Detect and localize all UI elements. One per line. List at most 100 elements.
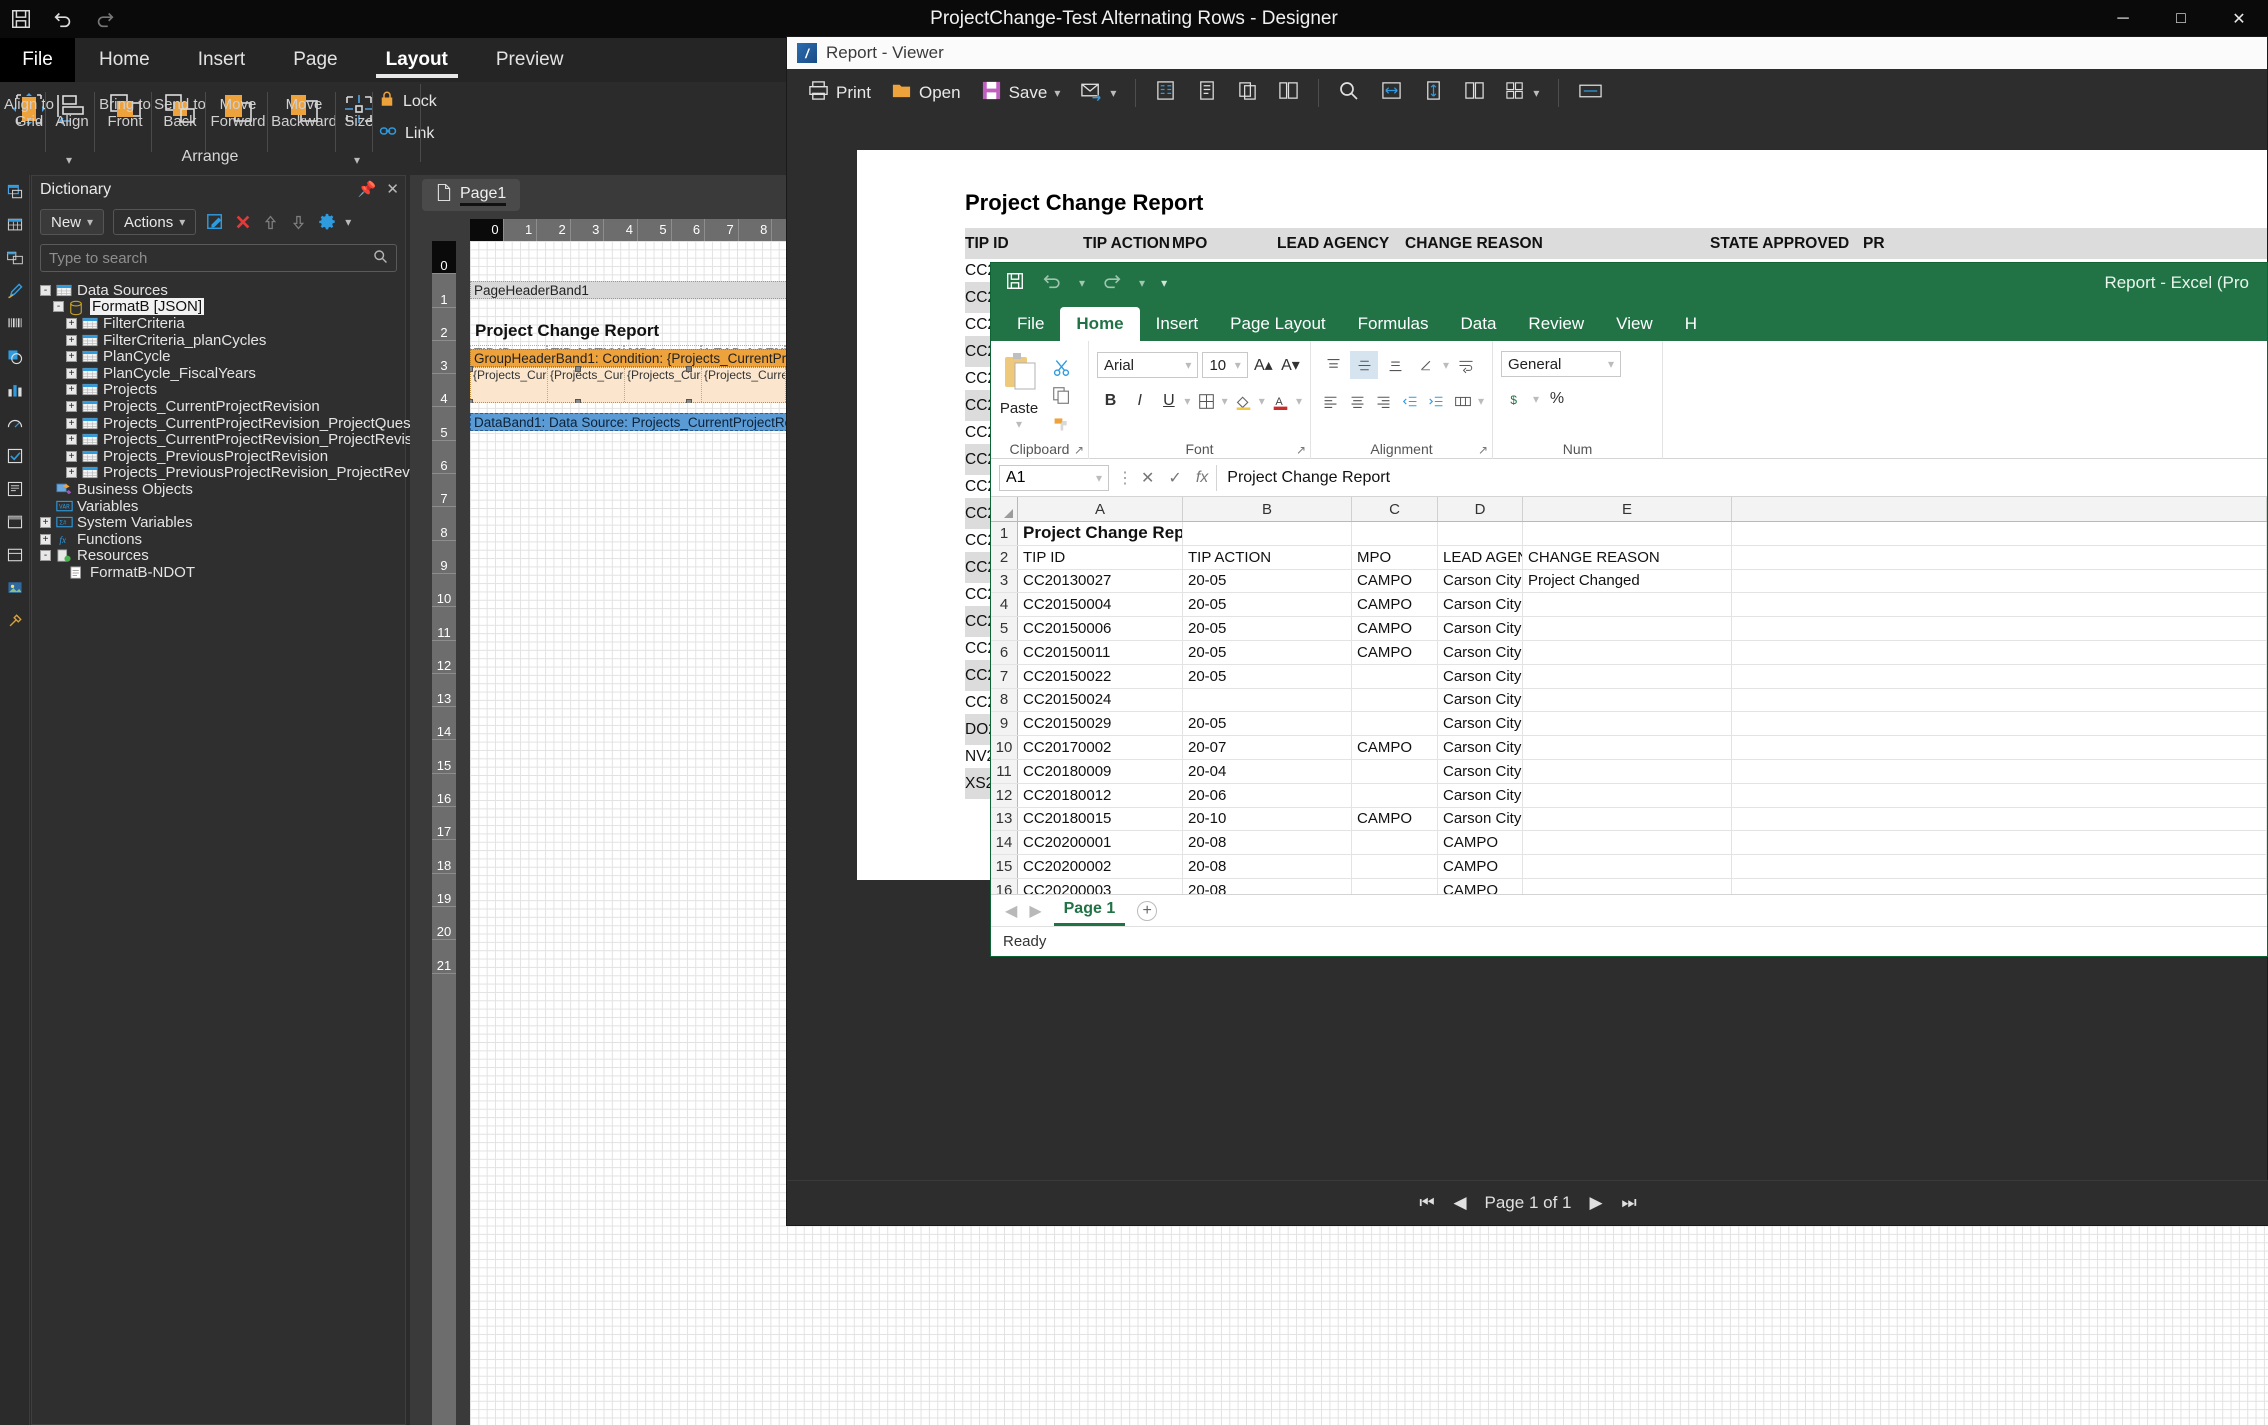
- tab-insert[interactable]: Insert: [1140, 307, 1215, 341]
- gear-icon[interactable]: [317, 213, 336, 232]
- tab-view[interactable]: View: [1600, 307, 1669, 341]
- excel-row-header[interactable]: 4: [991, 593, 1018, 617]
- excel-cell[interactable]: CC20150011: [1018, 640, 1183, 664]
- excel-cell[interactable]: [1732, 783, 2267, 807]
- expr-cell-3[interactable]: {Projects_CurrentPro: [702, 368, 786, 402]
- excel-cell[interactable]: Carson City: [1438, 783, 1523, 807]
- font-dialog-launcher-icon[interactable]: ↗: [1296, 443, 1306, 457]
- excel-cell[interactable]: Carson City: [1438, 807, 1523, 831]
- undo-chevron-down-icon[interactable]: ▾: [1079, 276, 1085, 290]
- excel-row[interactable]: 1Project Change Report: [991, 522, 2267, 546]
- move-down-icon[interactable]: [289, 213, 308, 232]
- cut-icon[interactable]: [1047, 353, 1075, 381]
- format-painter-icon[interactable]: [1047, 410, 1075, 438]
- tree-item[interactable]: + FilterCriteria: [32, 315, 405, 332]
- paste-button[interactable]: Paste ▾: [999, 351, 1039, 439]
- align-button[interactable]: Align ▾: [48, 86, 96, 167]
- tab-file[interactable]: File: [1001, 307, 1060, 341]
- excel-row-header[interactable]: 7: [991, 664, 1018, 688]
- excel-cell[interactable]: [1732, 593, 2267, 617]
- open-button[interactable]: Open: [884, 76, 968, 110]
- tab-file[interactable]: File: [0, 38, 75, 82]
- underline-chevron-down-icon[interactable]: ▾: [1184, 394, 1190, 408]
- thumbnails-button[interactable]: [1271, 76, 1306, 110]
- increase-indent-icon[interactable]: [1425, 387, 1449, 415]
- excel-row[interactable]: 3 CC20130027 20-05 CAMPO Carson City Project …: [991, 569, 2267, 594]
- excel-row[interactable]: 5 CC20150006 20-05 CAMPO Carson City: [991, 617, 2267, 641]
- tree-item[interactable]: Business Objects: [32, 481, 405, 498]
- last-page-icon[interactable]: ⏭: [1620, 1193, 1637, 1212]
- excel-cell[interactable]: Carson City: [1438, 617, 1523, 640]
- settings-chevron-down-icon[interactable]: ▾: [345, 215, 351, 229]
- column-header-b[interactable]: B: [1183, 497, 1352, 521]
- size-button[interactable]: Size ▾: [338, 86, 380, 167]
- borders-icon[interactable]: [1192, 387, 1219, 415]
- expand-icon[interactable]: +: [66, 317, 77, 329]
- save-icon[interactable]: [1005, 271, 1025, 296]
- excel-cell[interactable]: [1438, 522, 1523, 545]
- pin-icon[interactable]: 📌: [358, 180, 377, 198]
- tab-home[interactable]: Home: [75, 38, 174, 82]
- excel-cell[interactable]: [1732, 522, 2267, 545]
- two-pages-button[interactable]: [1457, 76, 1492, 110]
- excel-cell[interactable]: 20-05: [1183, 569, 1352, 593]
- font-family-select[interactable]: Arial ▾: [1097, 352, 1199, 378]
- excel-cell[interactable]: [1352, 783, 1438, 807]
- next-page-icon[interactable]: ▶: [1587, 1193, 1604, 1212]
- excel-cell[interactable]: [1523, 522, 1732, 545]
- excel-cell[interactable]: [1523, 807, 1732, 831]
- page-tab-page1[interactable]: Page1: [422, 179, 521, 211]
- expand-icon[interactable]: +: [66, 351, 77, 363]
- excel-cell[interactable]: 20-05: [1183, 617, 1352, 640]
- excel-cell[interactable]: Project Changed: [1523, 569, 1732, 593]
- excel-cell[interactable]: [1732, 712, 2267, 736]
- excel-cell[interactable]: [1352, 522, 1438, 545]
- cancel-formula-icon[interactable]: ✕: [1141, 468, 1154, 488]
- close-icon[interactable]: ✕: [386, 180, 399, 198]
- dictionary-tree[interactable]: - Data Sources - FormatB [JSON] + FilterCrite…: [32, 282, 495, 581]
- excel-cell[interactable]: CC20170002: [1018, 736, 1183, 759]
- excel-cell[interactable]: [1732, 855, 2267, 878]
- borders-chevron-down-icon[interactable]: ▾: [1222, 394, 1228, 408]
- tree-item[interactable]: + Projects: [32, 381, 405, 398]
- excel-cell[interactable]: 20-07: [1183, 736, 1352, 759]
- excel-cell[interactable]: CC20150006: [1018, 617, 1183, 640]
- tab-help[interactable]: H: [1669, 307, 1713, 341]
- excel-row-header[interactable]: 13: [991, 807, 1018, 831]
- excel-cell[interactable]: [1523, 783, 1732, 807]
- excel-cell[interactable]: [1732, 736, 2267, 759]
- excel-row-header[interactable]: 12: [991, 783, 1018, 807]
- redo-icon[interactable]: [1101, 271, 1123, 296]
- bring-to-front-button[interactable]: Bring to Front: [97, 86, 153, 132]
- merge-center-icon[interactable]: [1452, 387, 1476, 415]
- delete-icon[interactable]: [233, 213, 252, 232]
- excel-cell[interactable]: CC20180009: [1018, 759, 1183, 783]
- excel-cell[interactable]: [1523, 688, 1732, 712]
- decrease-font-size-icon[interactable]: A▾: [1279, 351, 1302, 379]
- fill-color-icon[interactable]: [1230, 387, 1257, 415]
- excel-cell[interactable]: 20-08: [1183, 831, 1352, 855]
- bold-button[interactable]: B: [1097, 387, 1124, 415]
- excel-cell[interactable]: [1183, 522, 1352, 545]
- excel-cell[interactable]: 20-05: [1183, 664, 1352, 688]
- italic-button[interactable]: I: [1126, 387, 1153, 415]
- excel-cell[interactable]: CAMPO: [1352, 736, 1438, 759]
- formula-input[interactable]: Project Change Report: [1216, 464, 2259, 491]
- excel-cell[interactable]: 20-05: [1183, 640, 1352, 664]
- new-chevron-down-icon[interactable]: ▾: [87, 215, 93, 229]
- excel-cell[interactable]: 20-06: [1183, 783, 1352, 807]
- alignment-dialog-launcher-icon[interactable]: ↗: [1478, 443, 1488, 457]
- excel-cell[interactable]: [1352, 855, 1438, 878]
- excel-cell[interactable]: 20-04: [1183, 759, 1352, 783]
- excel-cell[interactable]: CC20200003: [1018, 878, 1183, 894]
- name-box[interactable]: A1 ▾: [999, 464, 1109, 491]
- excel-cell[interactable]: CAMPO: [1352, 807, 1438, 831]
- sheet-scroll-left-icon[interactable]: ◀: [1005, 901, 1017, 921]
- tree-item[interactable]: + Projects_CurrentProjectRevision: [32, 398, 405, 415]
- design-report-title[interactable]: Project Change Report: [475, 321, 659, 341]
- save-button[interactable]: Save ▾: [974, 76, 1068, 110]
- excel-cell[interactable]: [1523, 712, 1732, 736]
- excel-row-header[interactable]: 1: [991, 522, 1018, 545]
- tab-review[interactable]: Review: [1512, 307, 1600, 341]
- decrease-indent-icon[interactable]: [1399, 387, 1423, 415]
